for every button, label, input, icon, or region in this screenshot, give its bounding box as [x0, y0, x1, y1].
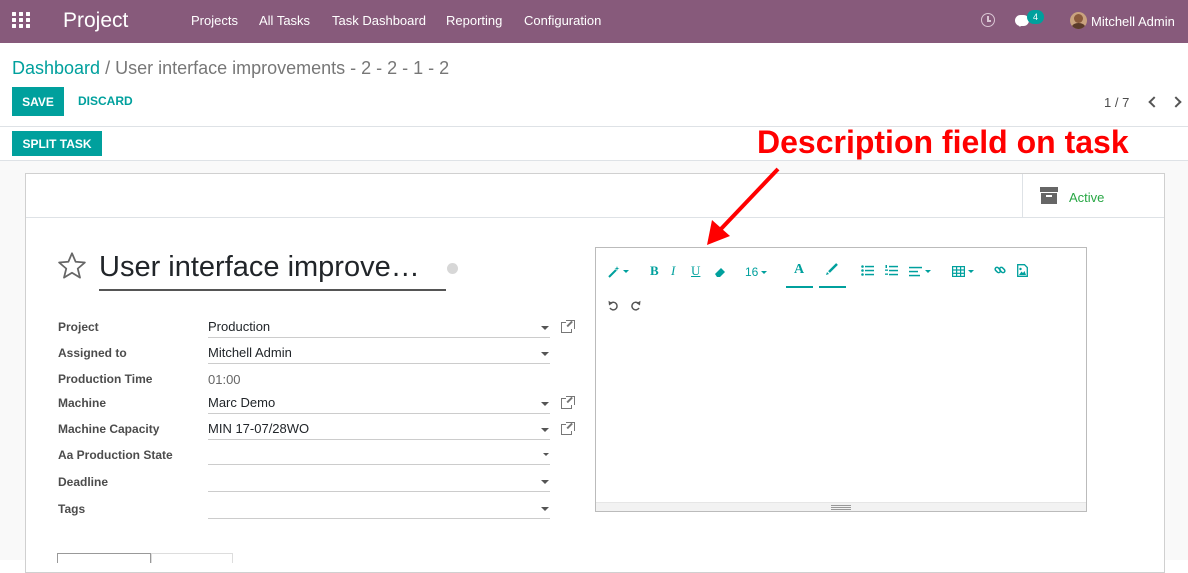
redo-icon[interactable]: [630, 300, 641, 314]
notebook-tab-2[interactable]: [151, 553, 233, 563]
chat-counter-badge: 4: [1027, 10, 1044, 24]
tags-field[interactable]: [208, 499, 550, 519]
breadcrumb-dashboard-link[interactable]: Dashboard: [12, 58, 100, 78]
menu-item-projects[interactable]: Projects: [191, 13, 238, 28]
pager-next-icon[interactable]: [1172, 97, 1182, 107]
assigned-to-field-value: Mitchell Admin: [208, 345, 292, 360]
external-link-icon[interactable]: [561, 396, 575, 409]
project-field-value: Production: [208, 319, 271, 334]
bold-button[interactable]: B: [650, 264, 659, 278]
user-menu[interactable]: Mitchell Admin: [1091, 14, 1175, 29]
underline-button[interactable]: U: [691, 264, 700, 278]
annotation-arrow-icon: [707, 167, 780, 245]
project-field[interactable]: Production: [208, 318, 550, 338]
align-dropdown-icon[interactable]: [909, 264, 931, 278]
annotation-label: Description field on task: [757, 124, 1129, 160]
numbered-list-icon[interactable]: [885, 265, 898, 279]
button-box-divider: [26, 217, 1164, 218]
notebook-tab-1[interactable]: [57, 553, 151, 563]
apps-menu-icon[interactable]: [12, 12, 30, 28]
caret-down-icon: [541, 352, 549, 356]
field-label-machine: Machine: [58, 396, 107, 410]
italic-button[interactable]: I: [671, 264, 675, 278]
caret-down-icon: [541, 428, 549, 432]
top-navbar: Project Projects All Tasks Task Dashboar…: [0, 0, 1188, 43]
description-editor[interactable]: B I U 16 A: [595, 247, 1087, 512]
font-color-button[interactable]: A: [794, 263, 804, 277]
breadcrumb: Dashboard / User interface improvements - …: [12, 58, 449, 79]
field-label-machine-capacity: Machine Capacity: [58, 422, 160, 436]
bullet-list-icon[interactable]: [861, 265, 874, 279]
user-avatar[interactable]: [1070, 12, 1087, 29]
font-size-value: 16: [745, 265, 759, 279]
split-task-button[interactable]: SPLIT TASK: [12, 131, 102, 156]
deadline-field[interactable]: [208, 472, 550, 492]
pager-value[interactable]: 1 / 7: [1104, 95, 1129, 110]
eraser-icon[interactable]: [714, 264, 727, 278]
caret-down-icon: [543, 453, 549, 456]
table-dropdown-icon[interactable]: [952, 264, 974, 278]
caret-down-icon: [541, 507, 549, 511]
save-button[interactable]: SAVE: [12, 87, 64, 116]
menu-item-reporting[interactable]: Reporting: [446, 13, 502, 28]
field-label-tags: Tags: [58, 502, 86, 516]
link-icon[interactable]: [994, 264, 1006, 279]
external-link-icon[interactable]: [561, 422, 575, 435]
production-time-value: 01:00: [208, 372, 241, 387]
active-toggle-button[interactable]: Active: [1022, 174, 1164, 217]
font-size-dropdown[interactable]: 16: [745, 265, 768, 279]
production-state-select[interactable]: [208, 445, 550, 465]
menu-item-configuration[interactable]: Configuration: [524, 13, 601, 28]
machine-field-value: Marc Demo: [208, 395, 276, 410]
image-icon[interactable]: [1017, 264, 1028, 280]
machine-capacity-field-value: MIN 17-07/28WO: [208, 421, 310, 436]
assigned-to-field[interactable]: Mitchell Admin: [208, 344, 550, 364]
highlight-brush-icon[interactable]: [825, 262, 839, 279]
field-label-project: Project: [58, 320, 99, 334]
breadcrumb-current: User interface improvements - 2 - 2 - 1 …: [115, 58, 450, 78]
machine-capacity-field[interactable]: MIN 17-07/28WO: [208, 420, 550, 440]
field-label-production-state: Aa Production State: [58, 448, 173, 462]
machine-field[interactable]: Marc Demo: [208, 394, 550, 414]
external-link-icon[interactable]: [561, 320, 575, 333]
caret-down-icon: [541, 326, 549, 330]
editor-resize-handle[interactable]: [596, 502, 1086, 511]
breadcrumb-separator: /: [105, 58, 111, 78]
active-label: Active: [1069, 190, 1105, 205]
undo-icon[interactable]: [608, 300, 619, 314]
field-label-deadline: Deadline: [58, 475, 109, 489]
caret-down-icon: [541, 480, 549, 484]
archive-icon: [1040, 187, 1058, 204]
field-label-assigned-to: Assigned to: [58, 346, 127, 360]
style-magic-wand-icon[interactable]: [608, 264, 629, 278]
app-brand[interactable]: Project: [63, 9, 128, 33]
kanban-state-dot[interactable]: [447, 263, 458, 274]
task-title-field[interactable]: User interface improve…: [99, 249, 446, 291]
caret-down-icon: [541, 402, 549, 406]
menu-item-task-dashboard[interactable]: Task Dashboard: [332, 13, 426, 28]
field-label-production-time: Production Time: [58, 372, 153, 386]
star-priority-icon[interactable]: [57, 251, 87, 281]
menu-item-all-tasks[interactable]: All Tasks: [259, 13, 310, 28]
highlight-color-indicator: [819, 286, 846, 288]
pager-previous-icon[interactable]: [1147, 97, 1157, 107]
discard-button[interactable]: DISCARD: [72, 87, 139, 116]
font-color-indicator: [786, 286, 813, 288]
activity-clock-icon[interactable]: [981, 13, 995, 27]
